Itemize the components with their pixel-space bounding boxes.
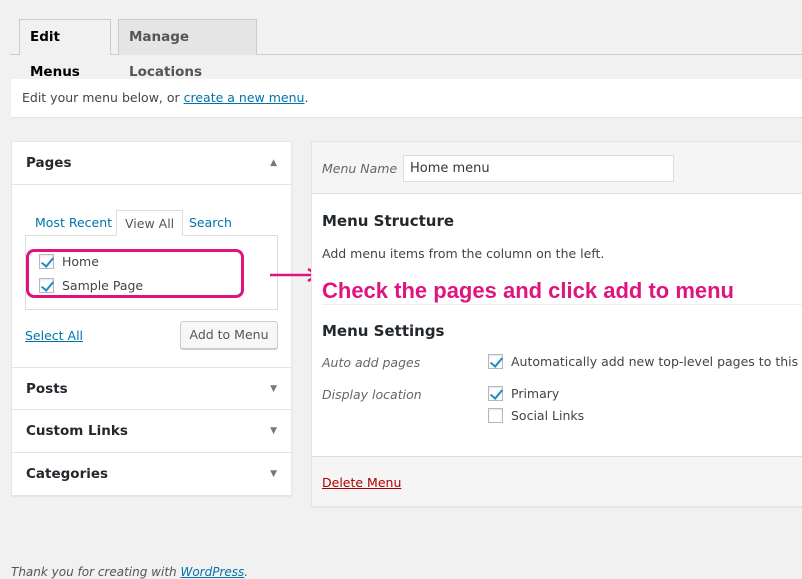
menu-structure-title: Menu Structure: [322, 212, 455, 230]
auto-add-text: Automatically add new top-level pages to…: [511, 354, 802, 369]
tab-edit-menus[interactable]: Edit Menus: [19, 19, 111, 80]
primary-checkbox[interactable]: [488, 386, 503, 401]
highlight-box: [26, 249, 244, 298]
annotation-text: Check the pages and click add to menu: [322, 278, 734, 303]
notice-text: Edit your menu below, or: [22, 90, 184, 105]
footer-text: Thank you for creating with WordPress.: [11, 565, 248, 579]
location-primary[interactable]: Primary: [488, 386, 559, 401]
custom-links-section-header[interactable]: Custom Links ▼: [12, 410, 291, 453]
tab-most-recent[interactable]: Most Recent: [27, 210, 120, 236]
caret-down-icon: ▼: [270, 426, 277, 436]
add-items-panel: Pages ▲ Most Recent View All Search Home …: [11, 141, 292, 496]
display-location-label: Display location: [322, 387, 422, 402]
menu-header: Menu Name: [312, 142, 802, 194]
pages-title: Pages: [26, 155, 72, 171]
wordpress-link[interactable]: WordPress: [180, 565, 244, 579]
menu-footer: Delete Menu: [312, 456, 802, 506]
section-title: Categories: [26, 466, 109, 482]
divider: [322, 304, 802, 305]
posts-section-header[interactable]: Posts ▼: [12, 367, 291, 410]
menu-edit-panel: Menu Name Menu Structure Add menu items …: [311, 141, 802, 507]
caret-down-icon: ▼: [270, 469, 277, 479]
location-social-links[interactable]: Social Links: [488, 408, 584, 423]
pages-section-header[interactable]: Pages ▲: [12, 142, 291, 185]
footer-thanks: Thank you for creating with: [11, 565, 181, 579]
social-links-checkbox[interactable]: [488, 408, 503, 423]
delete-menu-link[interactable]: Delete Menu: [322, 475, 401, 490]
menu-name-input[interactable]: [403, 155, 674, 182]
section-title: Custom Links: [26, 423, 128, 439]
select-all-link[interactable]: Select All: [25, 328, 83, 343]
notice-suffix: .: [304, 90, 309, 105]
caret-down-icon: ▼: [270, 384, 277, 394]
auto-add-option[interactable]: Automatically add new top-level pages to…: [488, 354, 802, 369]
section-title: Posts: [26, 381, 68, 397]
menu-name-label: Menu Name: [322, 161, 398, 176]
tab-manage-locations[interactable]: Manage Locations: [118, 19, 257, 80]
menu-structure-desc: Add menu items from the column on the le…: [322, 246, 605, 261]
location-label: Primary: [511, 386, 560, 401]
menu-settings-title: Menu Settings: [322, 322, 445, 340]
tab-view-all[interactable]: View All: [116, 210, 184, 236]
notice-bar: Edit your menu below, or create a new me…: [11, 79, 802, 117]
footer-suffix: .: [244, 565, 249, 579]
categories-section-header[interactable]: Categories ▼: [12, 453, 291, 496]
tab-search[interactable]: Search: [181, 210, 240, 236]
add-to-menu-button[interactable]: Add to Menu: [180, 321, 278, 349]
auto-add-label: Auto add pages: [322, 355, 421, 370]
caret-up-icon: ▲: [270, 158, 277, 168]
location-label: Social Links: [511, 408, 585, 423]
create-menu-link[interactable]: create a new menu: [184, 90, 305, 105]
auto-add-checkbox[interactable]: [488, 354, 503, 369]
